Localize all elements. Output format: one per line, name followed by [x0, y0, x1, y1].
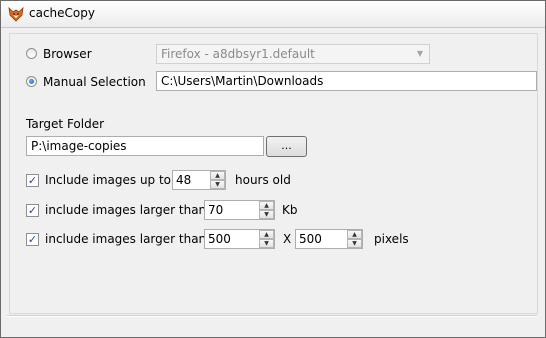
stepper-down-icon[interactable]: ▼	[210, 180, 225, 189]
age-label: Include images up to	[45, 173, 172, 187]
browser-profile-value: Firefox - a8dbsyr1.default	[161, 47, 315, 61]
size-stepper-arrows: ▲ ▼	[259, 201, 274, 219]
browser-label: Browser	[43, 47, 92, 61]
size-checkbox[interactable]: ✓	[26, 204, 39, 217]
manual-path-input[interactable]: C:\Users\Martin\Downloads	[156, 71, 537, 91]
dims-checkbox[interactable]: ✓	[26, 233, 39, 246]
stepper-down-icon[interactable]: ▼	[347, 239, 362, 248]
stepper-up-icon[interactable]: ▲	[259, 201, 274, 210]
manual-selection-label: Manual Selection	[43, 75, 146, 89]
browser-profile-select[interactable]: Firefox - a8dbsyr1.default ▼	[156, 44, 430, 64]
age-suffix: hours old	[235, 173, 291, 187]
height-value: 500	[299, 232, 322, 246]
title-bar: cacheCopy	[1, 1, 545, 28]
height-stepper[interactable]: 500 ▲ ▼	[295, 229, 363, 249]
age-stepper[interactable]: 48 ▲ ▼	[172, 170, 226, 190]
width-stepper[interactable]: 500 ▲ ▼	[204, 229, 275, 249]
width-stepper-arrows: ▲ ▼	[259, 230, 274, 248]
stepper-up-icon[interactable]: ▲	[259, 230, 274, 239]
app-window: cacheCopy Browser Firefox - a8dbsyr1.def…	[0, 0, 546, 338]
size-value: 70	[208, 203, 224, 217]
size-stepper[interactable]: 70 ▲ ▼	[204, 200, 275, 220]
age-checkbox[interactable]: ✓	[26, 174, 39, 187]
fox-app-icon	[8, 6, 24, 22]
main-panel: Browser Firefox - a8dbsyr1.default ▼ Man…	[9, 33, 538, 314]
size-suffix: Kb	[282, 203, 298, 217]
stepper-down-icon[interactable]: ▼	[259, 210, 274, 219]
browse-button[interactable]: ...	[266, 136, 307, 157]
manual-selection-radio[interactable]	[26, 76, 37, 87]
size-label: include images larger than	[45, 203, 207, 217]
stepper-up-icon[interactable]: ▲	[210, 171, 225, 180]
dims-label: include images larger than	[45, 232, 207, 246]
height-stepper-arrows: ▲ ▼	[347, 230, 362, 248]
width-value: 500	[208, 232, 231, 246]
dims-x-label: X	[283, 232, 292, 246]
dims-suffix: pixels	[374, 232, 409, 246]
target-folder-input[interactable]: P:\image-copies	[26, 136, 264, 156]
chevron-down-icon: ▼	[416, 49, 424, 58]
window-title: cacheCopy	[29, 6, 95, 20]
stepper-down-icon[interactable]: ▼	[259, 239, 274, 248]
browser-radio[interactable]	[26, 48, 37, 59]
target-folder-label: Target Folder	[26, 117, 105, 131]
status-bar	[7, 315, 537, 334]
age-stepper-arrows: ▲ ▼	[210, 171, 225, 189]
stepper-up-icon[interactable]: ▲	[347, 230, 362, 239]
age-value: 48	[176, 173, 192, 187]
